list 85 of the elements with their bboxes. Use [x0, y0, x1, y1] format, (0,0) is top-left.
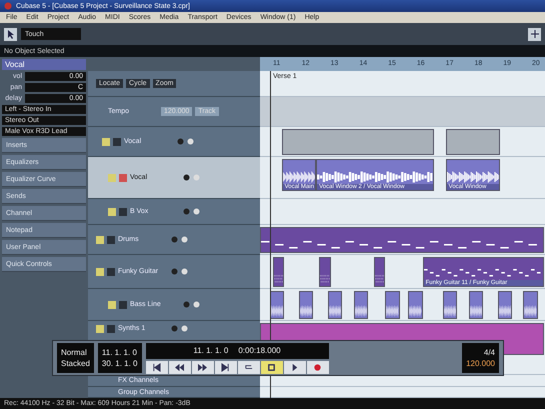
folder-part[interactable] — [282, 129, 434, 155]
waveform-icon — [386, 304, 399, 318]
mute-icon — [96, 268, 104, 276]
midi-part[interactable] — [319, 257, 330, 287]
mute-icon — [108, 174, 116, 182]
audio-event[interactable] — [328, 291, 342, 319]
record-enable-icon — [183, 301, 190, 308]
midi-part[interactable] — [374, 257, 386, 287]
monitor-icon — [187, 138, 194, 145]
tempo-display[interactable]: 120.000 — [466, 359, 495, 368]
grid-button[interactable] — [528, 28, 541, 40]
monitor-icon — [193, 174, 200, 181]
pointer-tool-button[interactable] — [4, 28, 17, 40]
pointer-icon — [6, 30, 14, 38]
waveform-icon — [444, 304, 456, 318]
waveform-icon — [282, 170, 316, 184]
audio-event[interactable] — [408, 291, 423, 319]
solo-icon — [119, 300, 127, 308]
waveform-icon — [409, 304, 422, 318]
audio-event[interactable] — [298, 291, 314, 319]
transport-button[interactable] — [214, 360, 236, 374]
solo-icon — [113, 138, 121, 146]
app-icon — [4, 2, 12, 10]
waveform-icon — [328, 304, 341, 318]
monitor-icon — [181, 325, 188, 332]
midi-part[interactable] — [272, 257, 284, 287]
transport-button[interactable] — [192, 360, 214, 374]
record-enable-icon — [183, 174, 190, 181]
record-enable-icon — [171, 236, 178, 243]
record-enable-icon — [171, 325, 178, 332]
audio-event[interactable] — [468, 291, 484, 319]
audio-event[interactable] — [523, 291, 538, 319]
audio-event[interactable] — [270, 291, 284, 319]
solo-icon — [119, 208, 127, 216]
record-enable-icon — [177, 138, 184, 145]
monitor-icon — [181, 236, 188, 243]
time-display[interactable]: 0:00:18.000 — [238, 346, 281, 355]
solo-icon — [107, 325, 115, 333]
transport-button[interactable] — [168, 360, 190, 374]
waveform-icon — [317, 170, 434, 184]
play-icon — [290, 362, 299, 372]
solo-icon — [107, 268, 115, 276]
fast-forward-icon — [198, 362, 207, 372]
waveform-icon — [470, 304, 482, 318]
rewind-icon — [175, 362, 184, 372]
solo-icon — [107, 236, 115, 244]
audio-event[interactable] — [442, 291, 458, 319]
monitor-icon — [181, 268, 188, 275]
audio-event[interactable] — [354, 291, 368, 319]
mute-icon — [102, 138, 110, 146]
audio-event[interactable] — [498, 291, 512, 319]
monitor-icon — [193, 208, 200, 215]
mute-icon — [96, 325, 104, 333]
solo-icon — [119, 174, 127, 182]
skip-end-icon — [221, 362, 230, 372]
time-signature[interactable]: 4/4 — [484, 348, 495, 357]
transport-button[interactable] — [260, 360, 282, 374]
stop-icon — [267, 362, 276, 372]
position-display[interactable]: 11. 1. 1. 0 — [193, 346, 228, 355]
transport-button[interactable] — [306, 360, 328, 374]
cycle-icon — [244, 362, 253, 372]
waveform-icon — [446, 170, 500, 184]
inspector-header[interactable]: Vocal — [2, 59, 86, 70]
waveform-icon — [498, 304, 511, 318]
waveform-icon — [524, 304, 537, 318]
transport-button[interactable] — [238, 360, 260, 374]
cycle-mode[interactable]: Stacked — [61, 359, 90, 368]
waveform-icon — [300, 304, 312, 318]
waveform-icon — [271, 304, 284, 318]
record-enable-icon — [171, 268, 178, 275]
folder-part[interactable] — [446, 129, 500, 155]
right-locator[interactable]: 30. 1. 1. 0 — [102, 359, 138, 368]
mute-icon — [96, 236, 104, 244]
skip-start-icon — [152, 362, 161, 372]
mute-icon — [108, 300, 116, 308]
monitor-icon — [193, 301, 200, 308]
record-enable-icon — [183, 208, 190, 215]
record-mode[interactable]: Normal — [61, 348, 90, 357]
transport-button[interactable] — [146, 360, 168, 374]
transport-button[interactable] — [284, 360, 306, 374]
audio-event[interactable] — [385, 291, 400, 319]
left-locator[interactable]: 11. 1. 1. 0 — [102, 348, 138, 357]
mute-icon — [108, 208, 116, 216]
waveform-icon — [354, 304, 367, 318]
record-icon — [313, 362, 322, 372]
